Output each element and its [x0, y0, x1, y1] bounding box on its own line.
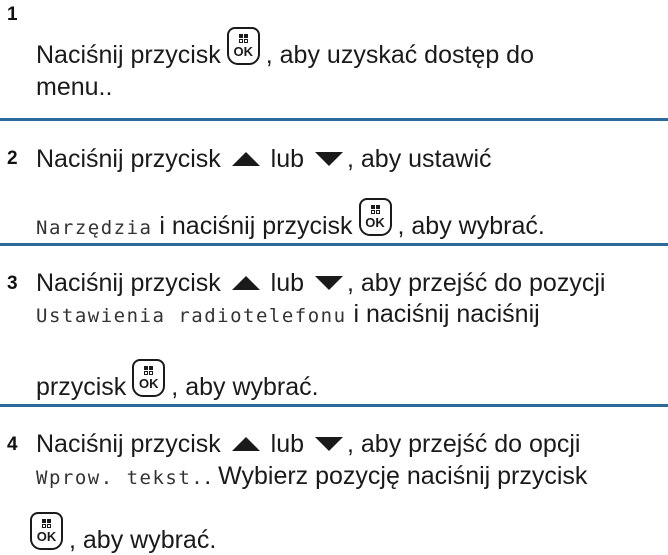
step-3-line-1: Naciśnij przycisk lub , aby przejść do p…	[36, 269, 606, 297]
up-arrow-icon	[231, 276, 260, 290]
step-2-line-1: Naciśnij przycisk lub , aby ustawić	[36, 145, 492, 173]
menu-item-name: Wprow. tekst.	[36, 467, 205, 489]
step-3-line-3: przycisk OK, aby wybrać.	[36, 359, 319, 402]
step-number: 2	[7, 148, 18, 169]
step-1-line-2: menu..	[36, 73, 113, 101]
menu-item-name: Narzędzia	[36, 217, 153, 239]
up-arrow-icon	[231, 437, 260, 451]
ok-menu-button-icon: OK	[226, 27, 260, 65]
down-arrow-icon	[315, 152, 343, 166]
separator	[0, 404, 668, 407]
menu-item-name: Ustawienia radiotelefonu	[36, 305, 347, 327]
step-3-line-2: Ustawienia radiotelefonu i naciśnij naci…	[36, 300, 540, 328]
separator	[0, 118, 668, 121]
step-4-line-2: Wprow. tekst.. Wybierz pozycję naciśnij …	[36, 462, 588, 490]
ok-menu-button-icon: OK	[358, 198, 392, 236]
instruction-text: , aby uzyskać dostęp do	[265, 41, 534, 69]
step-1-line-1: Naciśnij przycisk OK, aby uzyskać dostęp …	[36, 27, 534, 70]
down-arrow-icon	[315, 276, 343, 290]
step-4-line-1: Naciśnij przycisk lub , aby przejść do o…	[36, 430, 581, 458]
step-number: 4	[7, 434, 18, 455]
ok-menu-button-icon: OK	[30, 512, 63, 550]
instruction-text: Naciśnij przycisk	[36, 41, 221, 69]
ok-menu-button-icon: OK	[132, 359, 166, 397]
step-4-line-3: OK, aby wybrać.	[30, 512, 216, 555]
step-2-line-2: Narzędzia i naciśnij przycisk OK, aby wyb…	[36, 198, 545, 243]
step-number: 3	[7, 273, 18, 294]
step-number: 1	[7, 4, 18, 25]
up-arrow-icon	[231, 152, 260, 166]
down-arrow-icon	[315, 437, 343, 451]
separator	[0, 243, 668, 246]
